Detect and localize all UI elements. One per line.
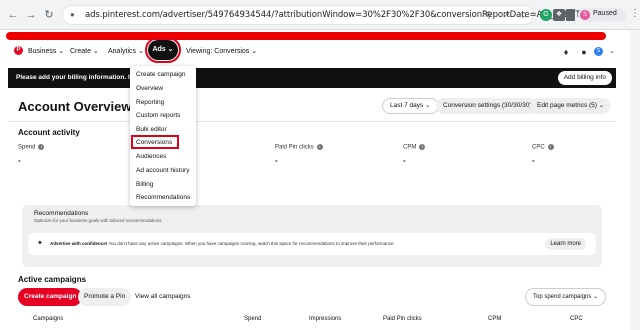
column-header-impressions[interactable]: Impressions	[309, 316, 341, 322]
bell-icon[interactable]: ♦	[561, 47, 571, 57]
learn-more-button[interactable]: Learn more	[545, 238, 586, 250]
reload-icon[interactable]: ↻	[42, 8, 56, 22]
metric-paid-pin-clicks: Paid Pin clicks i	[275, 144, 323, 151]
nav-viewing-label: Viewing: Conversios	[186, 48, 250, 55]
nav-ads-label: Ads	[152, 46, 166, 53]
info-icon[interactable]: i	[38, 144, 45, 150]
nav-create-label: Create	[70, 48, 92, 55]
metric-cpm-value: -	[403, 156, 406, 165]
nav-viewing-account[interactable]: Viewing: Conversios ⌄	[186, 47, 257, 55]
sort-label: Top spend campaigns	[533, 294, 592, 300]
metric-cpm: CPM i	[403, 144, 426, 151]
metric-cpc: CPC i	[532, 144, 554, 151]
recommendations-card: Recommendations Optimize for your busine…	[22, 205, 602, 267]
bookmark-star-icon[interactable]: ☆	[518, 9, 530, 21]
page-title: Account Overview	[18, 99, 132, 114]
metric-cpc-label: CPC	[532, 144, 545, 151]
recommendation-text: Advertise with confidence! You don't hav…	[50, 241, 395, 246]
redacted-bar	[6, 32, 606, 40]
profile-avatar: S	[580, 10, 590, 20]
menu-item-custom-reports[interactable]: Custom reports	[136, 112, 180, 119]
metric-cpm-label: CPM	[403, 144, 417, 151]
profile-chip[interactable]: S Paused	[578, 8, 626, 22]
column-header-paid-pin-clicks[interactable]: Paid Pin clicks	[383, 316, 422, 322]
account-activity-title: Account activity	[18, 128, 80, 137]
recommendation-item: ✦ Advertise with confidence! You don't h…	[28, 233, 596, 255]
metric-cpc-value: -	[532, 156, 535, 165]
column-header-spend[interactable]: Spend	[244, 316, 261, 322]
metric-spend-value: -	[18, 156, 21, 165]
create-campaign-button[interactable]: Create campaign	[18, 288, 83, 306]
profile-status: Paused	[593, 10, 617, 17]
address-bar[interactable]: ● ads.pinterest.com/advertiser/549764934…	[62, 5, 581, 25]
extensions-puzzle-icon[interactable]: ❖	[553, 9, 565, 21]
menu-item-recommendations[interactable]: Recommendations	[136, 194, 190, 201]
date-range-select[interactable]: Last 7 days ⌄	[382, 98, 439, 114]
nav-analytics-label: Analytics	[108, 48, 137, 55]
menu-item-billing[interactable]: Billing	[136, 181, 153, 188]
nav-business-label: Business	[28, 48, 57, 55]
chevron-down-icon[interactable]: ⌄	[607, 47, 617, 57]
browser-menu-icon[interactable]: ⋮	[630, 8, 640, 19]
column-header-campaigns[interactable]: Campaigns	[33, 316, 63, 322]
active-campaigns-title: Active campaigns	[18, 275, 87, 284]
menu-item-overview[interactable]: Overview	[136, 85, 163, 92]
metric-paid-pin-clicks-value: -	[275, 156, 278, 165]
menu-item-create-campaign[interactable]: Create campaign	[136, 71, 186, 78]
column-header-cpm[interactable]: CPM	[488, 316, 501, 322]
view-all-campaigns-link[interactable]: View all campaigns	[135, 293, 191, 300]
billing-banner: Please add your billing information. It'…	[8, 68, 616, 88]
divider	[8, 121, 616, 122]
banner-text: Please add your billing information. It'…	[16, 74, 147, 81]
grammarly-extension-icon[interactable]: G	[540, 9, 552, 21]
recommendation-body: You don't have any active campaigns. Whe…	[108, 241, 395, 246]
nav-analytics[interactable]: Analytics ⌄	[108, 47, 144, 55]
info-icon[interactable]: i	[419, 144, 426, 150]
date-range-label: Last 7 days	[390, 102, 424, 109]
menu-item-ad-account-history[interactable]: Ad account history	[136, 167, 189, 174]
edit-page-metrics-button[interactable]: Edit page metrics (5) ⌄	[530, 98, 612, 114]
search-icon[interactable]: ⚲	[483, 9, 495, 21]
ads-top-navigation: P Business ⌄ Create ⌄ Analytics ⌄ Viewin…	[0, 41, 640, 63]
recommendations-subtitle: Optimize for your business goals with ta…	[34, 218, 162, 223]
conversions-highlight-box	[131, 135, 179, 149]
nav-create[interactable]: Create ⌄	[70, 47, 99, 55]
metric-spend: Spend i	[18, 144, 45, 151]
pinterest-logo-icon[interactable]: P	[14, 46, 23, 55]
sparkle-icon: ✦	[37, 240, 43, 247]
metric-spend-label: Spend	[18, 144, 36, 151]
menu-item-reporting[interactable]: Reporting	[136, 99, 164, 106]
menu-item-bulk-editor[interactable]: Bulk editor	[136, 126, 167, 133]
sidebar-icon[interactable]	[566, 9, 575, 21]
edit-metrics-label: Edit page metrics (5)	[537, 102, 597, 109]
info-icon[interactable]: i	[316, 144, 323, 150]
add-billing-button[interactable]: Add billing info	[557, 71, 612, 85]
promote-pin-button[interactable]: Promote a Pin	[78, 288, 132, 306]
forward-arrow-icon[interactable]: →	[24, 8, 38, 22]
lock-icon: ●	[70, 10, 75, 19]
page-scroll-gutter	[630, 30, 640, 330]
nav-business[interactable]: Business ⌄	[28, 47, 64, 55]
share-icon[interactable]: ↗	[500, 9, 512, 21]
conversion-settings-button[interactable]: Conversion settings (30/30/30)	[436, 98, 539, 114]
nav-ads-button[interactable]: Ads ⌄	[145, 37, 181, 63]
sort-campaigns-select[interactable]: Top spend campaigns ⌄	[525, 288, 607, 306]
menu-item-audiences[interactable]: Audiences	[136, 153, 166, 160]
info-icon[interactable]: i	[547, 144, 554, 150]
user-avatar[interactable]: S	[594, 47, 603, 56]
metric-paid-pin-clicks-label: Paid Pin clicks	[275, 144, 314, 151]
recommendations-title: Recommendations	[34, 210, 89, 217]
messages-icon[interactable]: ●	[579, 47, 589, 57]
back-arrow-icon[interactable]: ←	[6, 8, 20, 22]
browser-toolbar: ← → ↻ ● ads.pinterest.com/advertiser/549…	[0, 0, 640, 30]
recommendation-headline: Advertise with confidence!	[50, 241, 108, 246]
column-header-cpc[interactable]: CPC	[570, 316, 583, 322]
